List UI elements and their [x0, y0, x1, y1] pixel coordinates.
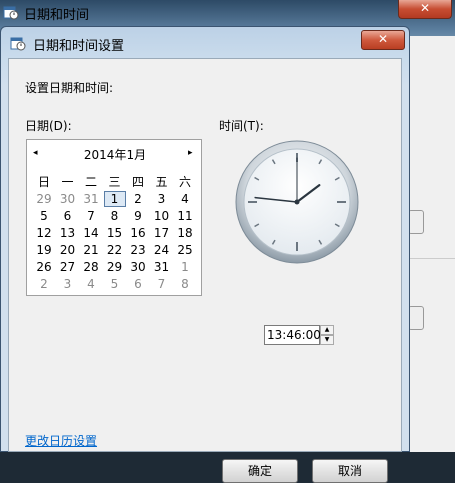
- calendar-day[interactable]: 3: [57, 276, 79, 292]
- calendar-day[interactable]: 31: [80, 191, 102, 207]
- date-label: 日期(D):: [25, 119, 72, 133]
- cancel-button[interactable]: 取消: [312, 459, 388, 483]
- dialog-title: 日期和时间设置: [33, 39, 125, 54]
- background-button[interactable]: [408, 306, 424, 330]
- time-label: 时间(T):: [219, 119, 264, 133]
- calendar-day[interactable]: 6: [127, 276, 149, 292]
- calendar-day[interactable]: 13: [57, 225, 79, 241]
- background-window-title: 日期和时间: [24, 8, 90, 23]
- calendar: ◂ 2014年1月 ▸ 日一二三四五六 29 30 31 1 2 3 4 5 6 7 8 9 10 11 1…: [26, 139, 202, 296]
- calendar-day[interactable]: 22: [104, 242, 126, 258]
- calendar-day[interactable]: 8: [174, 276, 196, 292]
- calendar-day[interactable]: 28: [80, 259, 102, 275]
- calendar-day[interactable]: 5: [104, 276, 126, 292]
- calendar-day[interactable]: 23: [127, 242, 149, 258]
- change-calendar-settings-link[interactable]: 更改日历设置: [25, 432, 97, 449]
- next-month-button[interactable]: ▸: [188, 148, 193, 158]
- time-input[interactable]: 13:46:00: [264, 325, 321, 345]
- background-button[interactable]: [408, 210, 424, 234]
- analog-clock: [235, 140, 359, 264]
- weekday-label: 三: [108, 175, 121, 189]
- weekday-label: 五: [155, 175, 168, 189]
- date-time-settings-dialog: 日期和时间设置 ✕ 设置日期和时间: 日期(D): 时间(T): ◂ 2014年…: [0, 26, 410, 483]
- weekday-label: 日: [37, 175, 50, 189]
- calendar-day[interactable]: 16: [127, 225, 149, 241]
- calendar-day[interactable]: 29: [104, 259, 126, 275]
- calendar-day[interactable]: 21: [80, 242, 102, 258]
- calendar-day[interactable]: 9: [127, 208, 149, 224]
- dialog-client-area: 设置日期和时间: 日期(D): 时间(T): ◂ 2014年1月 ▸ 日一二三四…: [8, 58, 402, 483]
- background-titlebar: 日期和时间 ✕: [0, 0, 455, 24]
- ok-button[interactable]: 确定: [222, 459, 298, 483]
- calendar-day[interactable]: 11: [174, 208, 196, 224]
- calendar-day-selected[interactable]: 1: [103, 191, 126, 207]
- calendar-day[interactable]: 17: [151, 225, 173, 241]
- calendar-day[interactable]: 25: [174, 242, 196, 258]
- calendar-day[interactable]: 18: [174, 225, 196, 241]
- dialog-close-button[interactable]: ✕: [361, 30, 405, 50]
- weekday-label: 六: [178, 175, 191, 189]
- weekday-label: 一: [61, 175, 74, 189]
- calendar-day[interactable]: 10: [151, 208, 173, 224]
- clock-center-pin: [294, 199, 300, 205]
- calendar-day[interactable]: 7: [80, 208, 102, 224]
- calendar-clock-icon: [10, 37, 26, 51]
- calendar-day[interactable]: 14: [80, 225, 102, 241]
- time-decrement-button[interactable]: ▼: [320, 335, 334, 345]
- calendar-day[interactable]: 20: [57, 242, 79, 258]
- month-title[interactable]: 2014年1月: [27, 146, 203, 163]
- calendar-day[interactable]: 7: [151, 276, 173, 292]
- calendar-day[interactable]: 2: [127, 191, 149, 207]
- calendar-day[interactable]: 24: [151, 242, 173, 258]
- calendar-day[interactable]: 8: [104, 208, 126, 224]
- calendar-day[interactable]: 5: [33, 208, 55, 224]
- calendar-day[interactable]: 1: [174, 259, 196, 275]
- calendar-day[interactable]: 31: [151, 259, 173, 275]
- calendar-day[interactable]: 27: [57, 259, 79, 275]
- calendar-day[interactable]: 3: [151, 191, 173, 207]
- background-close-button[interactable]: ✕: [398, 0, 452, 19]
- calendar-day[interactable]: 6: [57, 208, 79, 224]
- set-date-time-label: 设置日期和时间:: [25, 81, 114, 95]
- background-client-area: [408, 36, 455, 452]
- calendar-day[interactable]: 2: [33, 276, 55, 292]
- background-divider: [408, 258, 455, 259]
- calendar-day[interactable]: 29: [33, 191, 55, 207]
- calendar-day[interactable]: 4: [174, 191, 196, 207]
- weekday-label: 四: [131, 175, 144, 189]
- calendar-day[interactable]: 15: [104, 225, 126, 241]
- calendar-day[interactable]: 26: [33, 259, 55, 275]
- calendar-day[interactable]: 19: [33, 242, 55, 258]
- calendar-day[interactable]: 30: [57, 191, 79, 207]
- calendar-day[interactable]: 30: [127, 259, 149, 275]
- calendar-day[interactable]: 12: [33, 225, 55, 241]
- time-increment-button[interactable]: ▲: [320, 325, 334, 335]
- calendar-day[interactable]: 4: [80, 276, 102, 292]
- weekday-label: 二: [84, 175, 97, 189]
- calendar-clock-icon: [3, 6, 19, 20]
